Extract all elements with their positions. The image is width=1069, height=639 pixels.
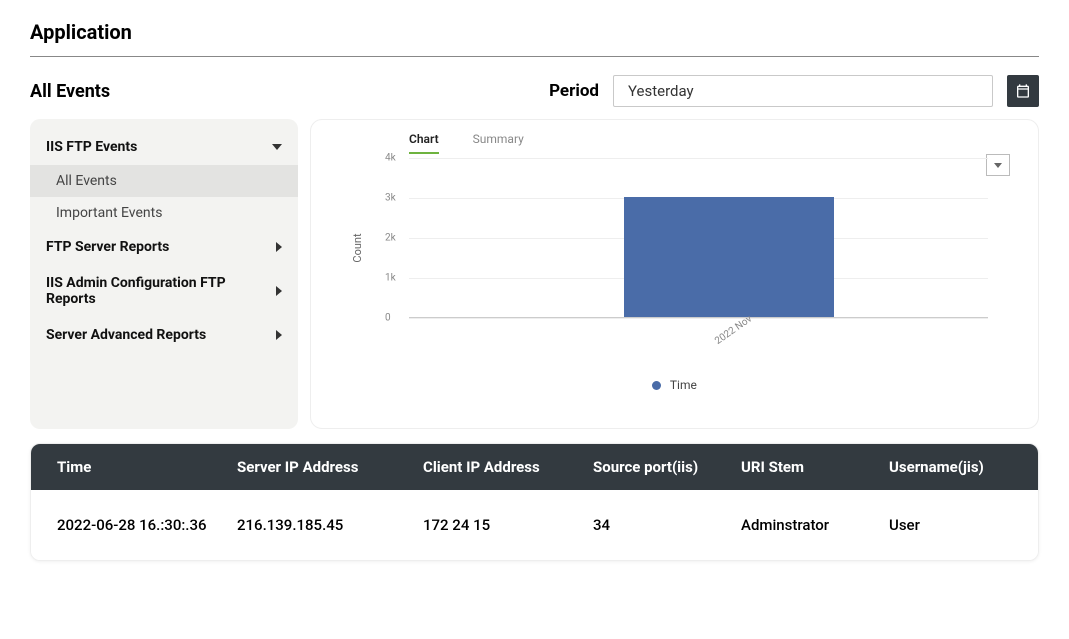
- sidebar-item-label: Important Events: [56, 205, 162, 221]
- chart-tab-summary[interactable]: Summary: [473, 132, 524, 152]
- y-tick: 1k: [385, 273, 396, 284]
- chart-tabs: Chart Summary: [409, 132, 1018, 152]
- legend-dot-icon: [652, 381, 661, 390]
- chart-area: Count 01k2k3k4k2022 Nov: [391, 158, 988, 338]
- sidebar-group-label: IIS FTP Events: [46, 139, 137, 155]
- cell-time: 2022-06-28 16.:30:.36: [31, 516, 231, 534]
- period-selected-value: Yesterday: [628, 82, 694, 100]
- cell-client-ip: 172 24 15: [417, 516, 587, 534]
- sidebar-group-label: Server Advanced Reports: [46, 327, 206, 343]
- calendar-button[interactable]: [1007, 75, 1039, 107]
- y-tick: 2k: [385, 233, 396, 244]
- page-title: Application: [30, 20, 1039, 44]
- chevron-right-icon: [276, 330, 282, 340]
- col-source-port: Source port(iis): [587, 458, 735, 476]
- chart-tab-chart[interactable]: Chart: [409, 132, 439, 154]
- events-table: Time Server IP Address Client IP Address…: [30, 443, 1039, 561]
- table-header: Time Server IP Address Client IP Address…: [31, 444, 1038, 490]
- cell-source-port: 34: [587, 516, 735, 534]
- chevron-down-icon: [994, 163, 1002, 168]
- calendar-icon: [1015, 83, 1031, 99]
- y-tick: 0: [385, 313, 391, 324]
- col-time: Time: [31, 458, 231, 476]
- sidebar-group-ftp-server-reports[interactable]: FTP Server Reports: [30, 229, 298, 265]
- chart-options-dropdown[interactable]: [986, 154, 1010, 176]
- cell-username: User: [883, 516, 1038, 534]
- col-uri-stem: URI Stem: [735, 458, 883, 476]
- period-group: Period Yesterday: [549, 75, 1039, 107]
- sidebar-item-important-events[interactable]: Important Events: [30, 197, 298, 229]
- section-title: All Events: [30, 81, 110, 102]
- sidebar-group-server-advanced[interactable]: Server Advanced Reports: [30, 317, 298, 353]
- sidebar: IIS FTP Events All Events Important Even…: [30, 119, 298, 429]
- period-select[interactable]: Yesterday: [613, 75, 993, 107]
- legend-label: Time: [670, 378, 697, 392]
- sidebar-item-all-events[interactable]: All Events: [30, 165, 298, 197]
- chevron-down-icon: [272, 144, 282, 150]
- cell-server-ip: 216.139.185.45: [231, 516, 417, 534]
- cell-uri-stem: Adminstrator: [735, 516, 883, 534]
- col-client-ip: Client IP Address: [417, 458, 587, 476]
- col-server-ip: Server IP Address: [231, 458, 417, 476]
- table-row: 2022-06-28 16.:30:.36 216.139.185.45 172…: [31, 490, 1038, 560]
- chart-bar: [624, 197, 834, 317]
- chart-y-axis-label: Count: [351, 233, 364, 262]
- sidebar-group-iis-ftp-events[interactable]: IIS FTP Events: [30, 129, 298, 165]
- sidebar-group-label: FTP Server Reports: [46, 239, 169, 255]
- chevron-right-icon: [276, 242, 282, 252]
- sidebar-item-label: All Events: [56, 173, 117, 189]
- col-username: Username(jis): [883, 458, 1038, 476]
- chart-plot: 01k2k3k4k2022 Nov: [409, 158, 988, 318]
- y-tick: 4k: [385, 153, 396, 164]
- period-label: Period: [549, 81, 599, 101]
- y-tick: 3k: [385, 193, 396, 204]
- chevron-right-icon: [276, 286, 282, 296]
- sidebar-group-iis-admin-config[interactable]: IIS Admin Configuration FTP Reports: [30, 265, 298, 317]
- chart-card: Chart Summary Count 01k2k3k4k2022 Nov Ti…: [310, 119, 1039, 429]
- sidebar-group-label: IIS Admin Configuration FTP Reports: [46, 275, 276, 307]
- header-row: All Events Period Yesterday: [30, 75, 1039, 107]
- title-divider: [30, 56, 1039, 57]
- chart-legend: Time: [331, 378, 1018, 392]
